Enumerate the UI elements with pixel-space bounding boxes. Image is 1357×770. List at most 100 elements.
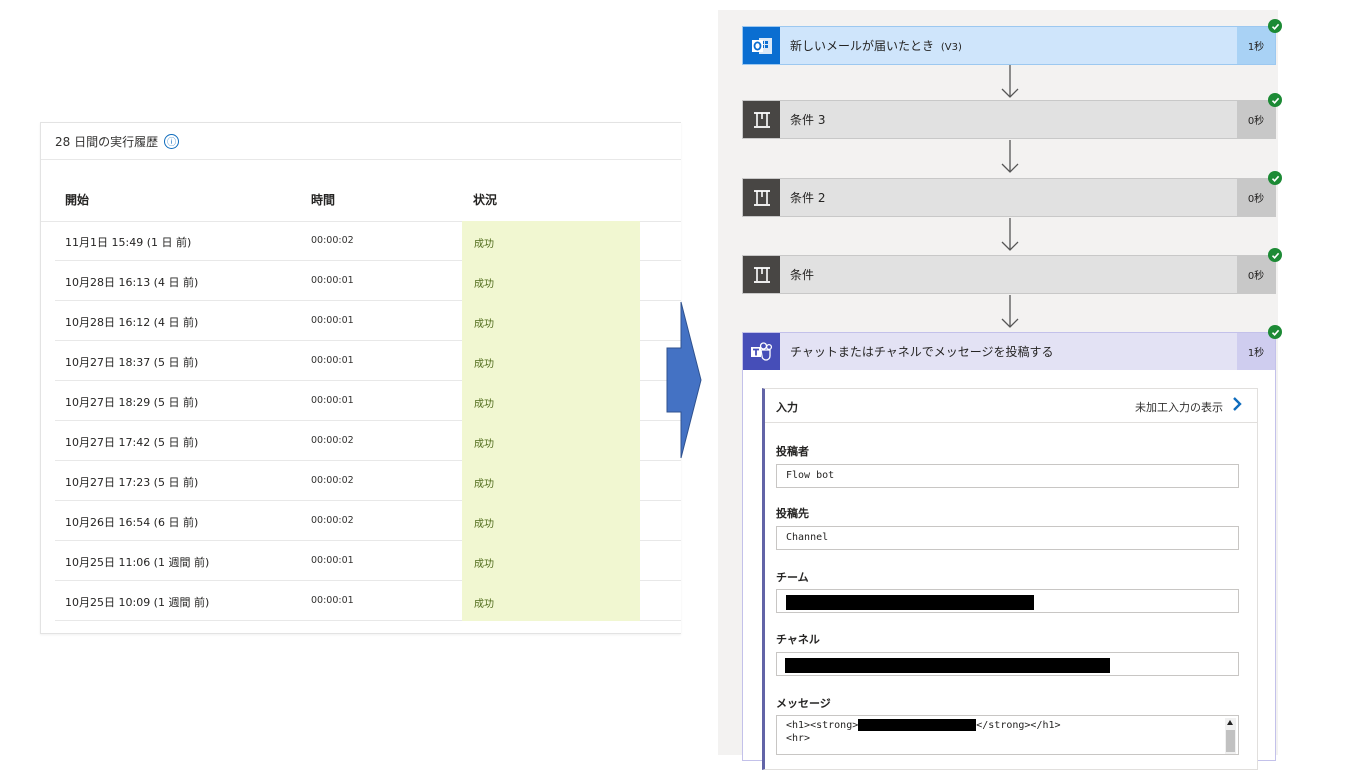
run-duration: 00:00:01 (311, 275, 354, 286)
channel-label: チャネル (776, 633, 820, 646)
status-badge: 成功 (462, 381, 640, 421)
status-badge: 成功 (462, 461, 640, 501)
run-start-time: 10月25日 11:06 (1 週間 前) (65, 556, 210, 569)
step-condition-3[interactable]: 条件 3 0秒 (742, 93, 1282, 139)
step-title: チャットまたはチャネルでメッセージを投稿する (790, 345, 1054, 359)
run-history-title: 28 日間の実行履歴 (55, 134, 159, 149)
step-duration: 1秒 (1237, 333, 1275, 370)
channel-field (776, 652, 1239, 676)
step-duration: 1秒 (1237, 27, 1275, 64)
run-start-time: 10月28日 16:13 (4 日 前) (65, 276, 199, 289)
run-start-time: 10月27日 18:37 (5 日 前) (65, 356, 199, 369)
column-header-status[interactable]: 状況 (473, 191, 497, 208)
table-row[interactable]: 10月28日 16:13 (4 日 前) 00:00:01 成功 (55, 261, 681, 301)
success-check-icon (1268, 325, 1282, 339)
success-check-icon (1268, 93, 1282, 107)
redacted-block (786, 595, 1034, 610)
run-start-time: 10月27日 17:23 (5 日 前) (65, 476, 199, 489)
poster-field: Flow bot (776, 464, 1239, 488)
message-scrollbar[interactable] (1225, 718, 1236, 754)
team-label: チーム (776, 571, 809, 584)
condition-icon (743, 179, 780, 216)
step-condition[interactable]: 条件 0秒 (742, 248, 1282, 294)
redacted-block (785, 658, 1110, 673)
table-row[interactable]: 10月27日 17:42 (5 日 前) 00:00:02 成功 (55, 421, 681, 461)
message-line-1-start: <h1><strong> (786, 720, 859, 731)
status-badge: 成功 (462, 541, 640, 581)
run-start-time: 10月27日 18:29 (5 日 前) (65, 396, 199, 409)
message-field[interactable]: <h1><strong> </strong></h1> <hr> (776, 715, 1239, 755)
success-check-icon (1268, 171, 1282, 185)
teams-icon (743, 333, 780, 370)
inputs-card: 入力 未加工入力の表示 投稿者 Flow bot 投稿先 Channel チーム… (762, 388, 1258, 770)
step-title: 条件 3 (790, 113, 826, 127)
table-row[interactable]: 10月25日 10:09 (1 週間 前) 00:00:01 成功 (55, 581, 681, 621)
run-history-column-headers: 開始 時間 状況 (41, 181, 681, 222)
step-duration: 0秒 (1237, 101, 1275, 138)
run-duration: 00:00:01 (311, 595, 354, 606)
inputs-header: 入力 未加工入力の表示 (765, 389, 1257, 423)
run-history-rows: 11月1日 15:49 (1 日 前) 00:00:02 成功 10月28日 1… (55, 221, 681, 621)
run-start-time: 10月28日 16:12 (4 日 前) (65, 316, 199, 329)
connector-arrow-icon (1001, 218, 1019, 251)
table-row[interactable]: 10月27日 18:37 (5 日 前) 00:00:01 成功 (55, 341, 681, 381)
info-icon[interactable]: ⓘ (164, 133, 180, 149)
step-condition-2[interactable]: 条件 2 0秒 (742, 171, 1282, 217)
post-in-field: Channel (776, 526, 1239, 550)
column-header-duration[interactable]: 時間 (311, 191, 335, 208)
step-title-suffix: (V3) (940, 42, 962, 53)
scrollbar-thumb[interactable] (1226, 730, 1235, 752)
status-badge: 成功 (462, 221, 640, 261)
step-duration: 0秒 (1237, 256, 1275, 293)
status-badge: 成功 (462, 341, 640, 381)
run-duration: 00:00:02 (311, 435, 354, 446)
status-badge: 成功 (462, 501, 640, 541)
status-badge: 成功 (462, 581, 640, 621)
poster-label: 投稿者 (776, 445, 809, 458)
message-line-1-end: </strong></h1> (976, 720, 1061, 731)
table-row[interactable]: 11月1日 15:49 (1 日 前) 00:00:02 成功 (55, 221, 681, 261)
run-duration: 00:00:02 (311, 515, 354, 526)
step-details-panel: 入力 未加工入力の表示 投稿者 Flow bot 投稿先 Channel チーム… (742, 370, 1276, 770)
chevron-right-icon[interactable] (1231, 395, 1243, 413)
run-start-time: 10月27日 17:42 (5 日 前) (65, 436, 199, 449)
step-post-teams-message[interactable]: チャットまたはチャネルでメッセージを投稿する 1秒 (742, 325, 1282, 370)
step-new-email-trigger[interactable]: 新しいメールが届いたとき (V3) 1秒 (742, 19, 1282, 65)
redacted-block (858, 719, 977, 731)
run-duration: 00:00:01 (311, 355, 354, 366)
show-raw-inputs-link[interactable]: 未加工入力の表示 (1135, 399, 1223, 415)
run-history-header: 28 日間の実行履歴 ⓘ (41, 123, 681, 160)
flow-run-canvas: 新しいメールが届いたとき (V3) 1秒 条件 3 0秒 条件 2 0秒 条件 … (718, 10, 1282, 770)
outlook-icon (743, 27, 780, 64)
message-label: メッセージ (776, 697, 831, 710)
step-title: 条件 2 (790, 191, 826, 205)
success-check-icon (1268, 19, 1282, 33)
run-history-panel: 28 日間の実行履歴 ⓘ 開始 時間 状況 11月1日 15:49 (1 日 前… (40, 122, 681, 634)
run-start-time: 11月1日 15:49 (1 日 前) (65, 236, 192, 249)
run-start-time: 10月25日 10:09 (1 週間 前) (65, 596, 210, 609)
run-duration: 00:00:01 (311, 315, 354, 326)
status-badge: 成功 (462, 261, 640, 301)
scroll-up-icon[interactable] (1227, 720, 1233, 725)
table-row[interactable]: 10月28日 16:12 (4 日 前) 00:00:01 成功 (55, 301, 681, 341)
table-row[interactable]: 10月27日 17:23 (5 日 前) 00:00:02 成功 (55, 461, 681, 501)
run-duration: 00:00:02 (311, 235, 354, 246)
team-field (776, 589, 1239, 613)
column-header-start[interactable]: 開始 (65, 191, 89, 208)
connector-arrow-icon (1001, 140, 1019, 173)
arrow-right-icon (666, 301, 702, 459)
condition-icon (743, 101, 780, 138)
step-duration: 0秒 (1237, 179, 1275, 216)
table-row[interactable]: 10月26日 16:54 (6 日 前) 00:00:02 成功 (55, 501, 681, 541)
table-row[interactable]: 10月25日 11:06 (1 週間 前) 00:00:01 成功 (55, 541, 681, 581)
connector-arrow-icon (1001, 65, 1019, 98)
run-duration: 00:00:01 (311, 555, 354, 566)
message-line-2: <hr> (786, 733, 811, 744)
step-title: 新しいメールが届いたとき (790, 39, 935, 53)
post-in-label: 投稿先 (776, 507, 809, 520)
table-row[interactable]: 10月27日 18:29 (5 日 前) 00:00:01 成功 (55, 381, 681, 421)
success-check-icon (1268, 248, 1282, 262)
status-badge: 成功 (462, 421, 640, 461)
condition-icon (743, 256, 780, 293)
run-duration: 00:00:01 (311, 395, 354, 406)
